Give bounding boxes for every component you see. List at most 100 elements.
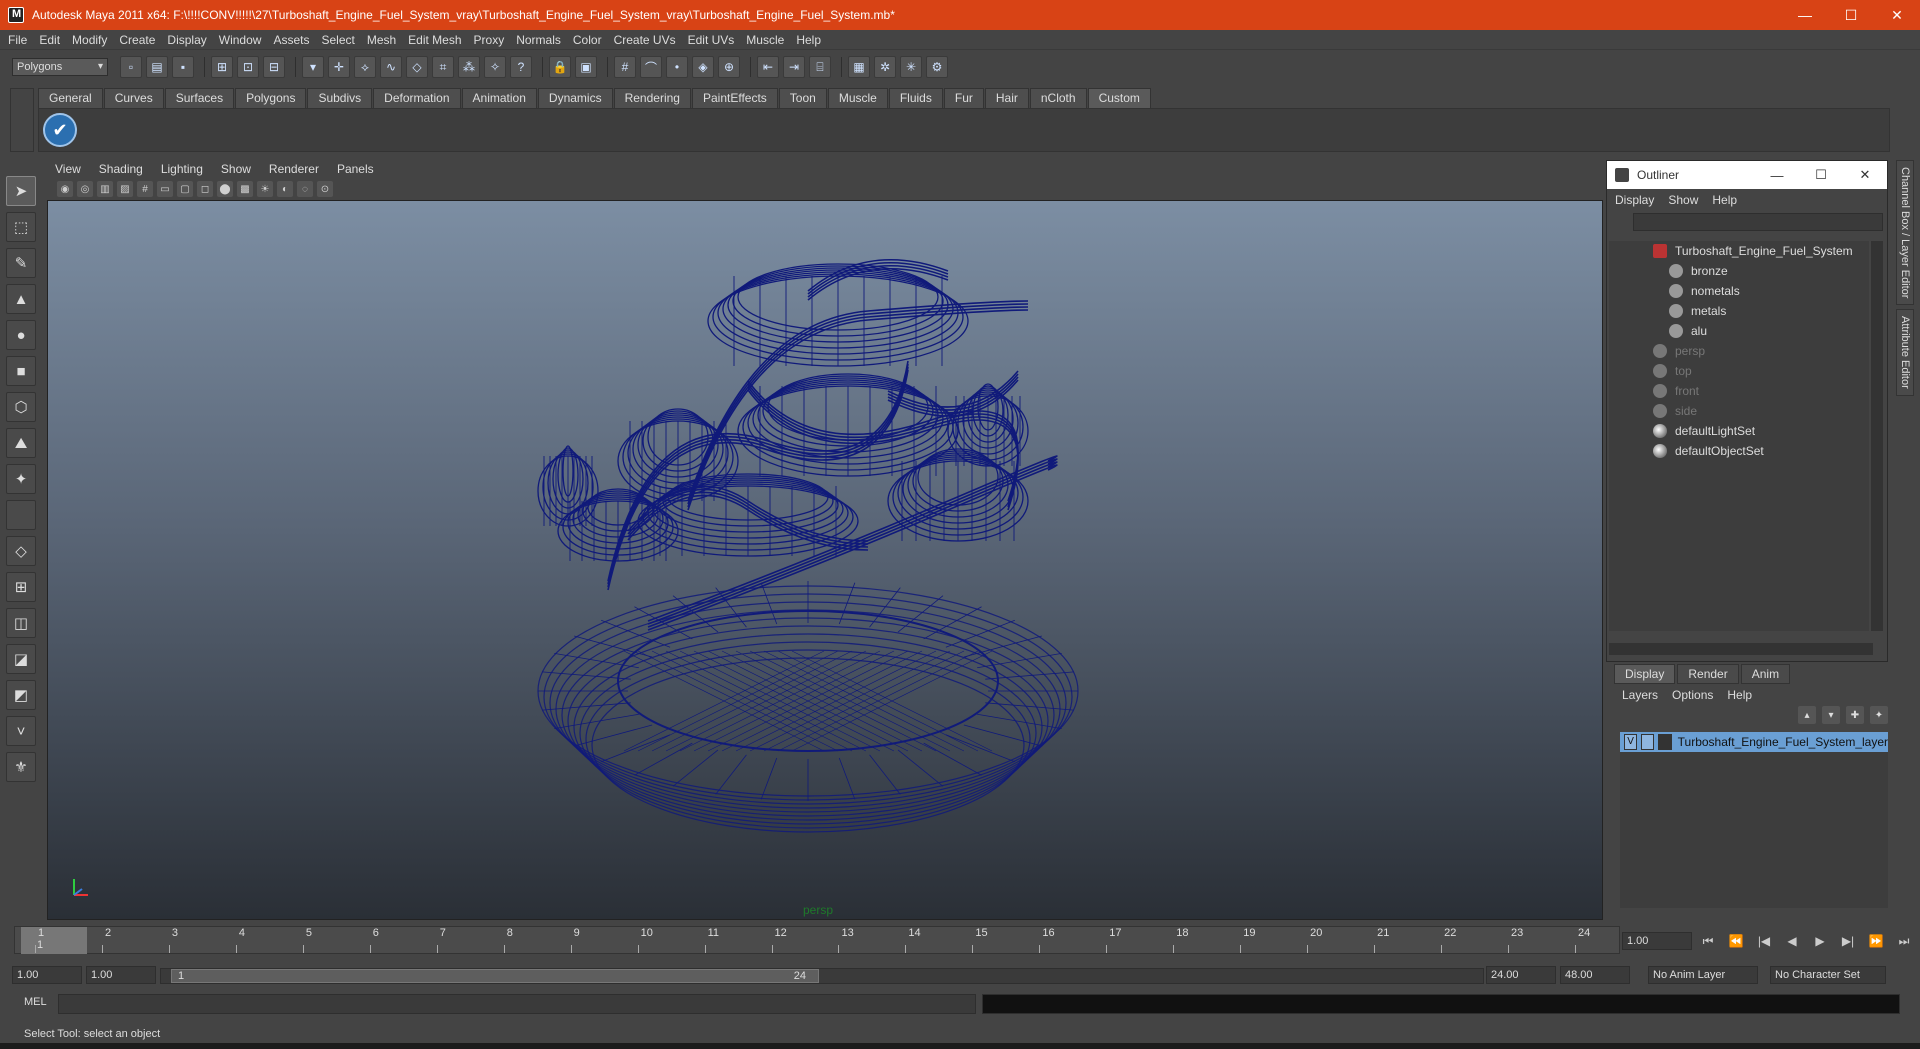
outliner-minimize-button[interactable]: — [1755,161,1799,189]
shelf-tab-rendering[interactable]: Rendering [613,88,691,108]
select-hierarchy-icon[interactable]: ⊞ [211,56,233,78]
menu-color[interactable]: Color [573,33,602,47]
shelf-options[interactable] [10,88,34,152]
resolution-gate-icon[interactable]: ▢ [177,181,193,197]
shelf-tab-dynamics[interactable]: Dynamics [537,88,613,108]
select-handles-icon[interactable]: ✛ [328,56,350,78]
shelf-tab-toon[interactable]: Toon [778,88,827,108]
mel-label[interactable]: MEL [24,996,47,1008]
grid-toggle-icon[interactable]: # [137,181,153,197]
select-curves-icon[interactable]: ∿ [380,56,402,78]
shelf-tab-fur[interactable]: Fur [943,88,984,108]
menu-create[interactable]: Create [119,33,155,47]
universal-manipulator-icon[interactable]: ⬡ [6,392,36,422]
menu-help[interactable]: Help [796,33,821,47]
step-forward-frame-icon[interactable]: ▶| [1836,930,1860,952]
menu-mesh[interactable]: Mesh [367,33,396,47]
animation-end-field[interactable]: 48.00 [1560,966,1630,984]
playback-start-field[interactable]: 1.00 [86,966,156,984]
mask-dropdown-icon[interactable]: ▾ [302,56,324,78]
menu-normals[interactable]: Normals [516,33,561,47]
new-scene-icon[interactable]: ▫ [120,56,142,78]
select-joints-icon[interactable]: ⟡ [354,56,376,78]
render-view-icon[interactable]: ▦ [848,56,870,78]
outliner-vertical-scrollbar[interactable] [1871,241,1883,631]
outliner-item[interactable]: nometals [1609,281,1869,301]
current-time-field[interactable]: 1.00 [1622,932,1692,950]
layer-menu-layers[interactable]: Layers [1622,688,1658,702]
render-settings-icon[interactable]: ⚙ [926,56,948,78]
menu-edit-uvs[interactable]: Edit UVs [688,33,735,47]
range-slider-handle[interactable]: 1 24 [171,969,819,983]
isolate-select-icon[interactable]: ⊙ [317,181,333,197]
bookmarks-icon[interactable]: ▥ [97,181,113,197]
menu-assets[interactable]: Assets [273,33,309,47]
image-plane-icon[interactable]: ▨ [117,181,133,197]
outliner-item[interactable]: side [1609,401,1869,421]
scale-tool-icon[interactable]: ■ [6,356,36,386]
select-camera-icon[interactable]: ◉ [57,181,73,197]
shelf-tab-custom[interactable]: Custom [1087,88,1151,108]
shelf-tab-fluids[interactable]: Fluids [888,88,943,108]
layer-menu-options[interactable]: Options [1672,688,1713,702]
snap-to-grid-icon[interactable]: # [614,56,636,78]
shadows-icon[interactable]: ◐ [277,181,293,197]
viewport-menu-view[interactable]: View [55,162,81,176]
play-forwards-icon[interactable]: ▶ [1808,930,1832,952]
current-time-marker[interactable] [21,927,87,954]
wireframe-icon[interactable]: ◻ [197,181,213,197]
go-to-end-icon[interactable]: ⏭ [1892,930,1916,952]
viewport-menu-shading[interactable]: Shading [99,162,143,176]
checkmark-shelf-button-icon[interactable]: ✔ [43,113,77,147]
maximize-button[interactable]: ☐ [1828,0,1874,30]
close-button[interactable]: ✕ [1874,0,1920,30]
layer-color-swatch[interactable] [1658,734,1672,750]
persp-graph-layout-icon[interactable]: ◪ [6,644,36,674]
outliner-item[interactable]: defaultObjectSet [1609,441,1869,461]
last-tool-icon[interactable] [6,500,36,530]
step-back-key-icon[interactable]: ⏪ [1724,930,1748,952]
snap-to-curve-icon[interactable]: ⌒ [640,56,662,78]
viewport-menu-panels[interactable]: Panels [337,162,374,176]
step-forward-key-icon[interactable]: ⏩ [1864,930,1888,952]
outliner-item[interactable]: persp [1609,341,1869,361]
viewport-menu-show[interactable]: Show [221,162,251,176]
single-perspective-layout-icon[interactable]: ◇ [6,536,36,566]
shelf-tab-painteffects[interactable]: PaintEffects [691,88,778,108]
textured-icon[interactable]: ▩ [237,181,253,197]
new-layer-icon[interactable]: ✚ [1846,706,1864,724]
layer-menu-help[interactable]: Help [1727,688,1752,702]
anim-layer-dropdown[interactable]: No Anim Layer [1648,966,1758,984]
outliner-item[interactable]: metals [1609,301,1869,321]
lights-icon[interactable]: ☀ [257,181,273,197]
outliner-maximize-button[interactable]: ☐ [1799,161,1843,189]
character-set-dropdown[interactable]: No Character Set [1770,966,1886,984]
shelf-tab-ncloth[interactable]: nCloth [1029,88,1087,108]
shelf-tab-animation[interactable]: Animation [461,88,537,108]
outliner-item[interactable]: bronze [1609,261,1869,281]
select-rendering-icon[interactable]: ✧ [484,56,506,78]
shelf-tab-muscle[interactable]: Muscle [827,88,888,108]
menu-display[interactable]: Display [167,33,206,47]
input-history-icon[interactable]: ⇤ [757,56,779,78]
select-dynamics-icon[interactable]: ⁂ [458,56,480,78]
menu-set-dropdown[interactable]: Polygons [12,58,108,76]
shelf-tab-subdivs[interactable]: Subdivs [307,88,373,108]
menu-create-uvs[interactable]: Create UVs [614,33,676,47]
persp-hypershade-layout-icon[interactable]: ◩ [6,680,36,710]
save-scene-icon[interactable]: ▪ [172,56,194,78]
layer-visibility-toggle[interactable]: V [1624,734,1638,750]
viewport-menu-renderer[interactable]: Renderer [269,162,319,176]
time-slider[interactable]: 1 2 3 4 5 6 7 8 9 10 11 12 13 14 15 16 17 18 19 20 21 22 23 24 1 [14,926,1620,954]
rotate-tool-icon[interactable]: ● [6,320,36,350]
mel-command-input[interactable] [58,994,976,1014]
snap-to-point-icon[interactable]: • [666,56,688,78]
play-backwards-icon[interactable]: ◀ [1780,930,1804,952]
menu-edit[interactable]: Edit [39,33,60,47]
outliner-item[interactable]: top [1609,361,1869,381]
make-live-icon[interactable]: ⊕ [718,56,740,78]
shelf-tab-curves[interactable]: Curves [103,88,164,108]
highlight-selection-icon[interactable]: ▣ [575,56,597,78]
shelf-tab-polygons[interactable]: Polygons [235,88,307,108]
outliner-horizontal-scrollbar[interactable] [1609,643,1873,655]
